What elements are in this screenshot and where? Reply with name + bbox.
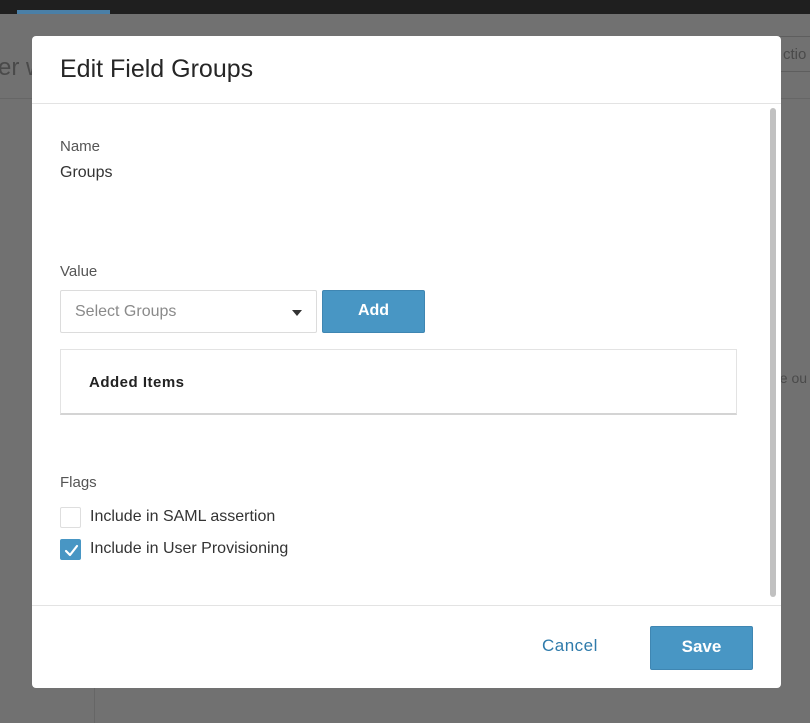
- dialog-title: Edit Field Groups: [60, 55, 254, 83]
- dialog-body: Name Groups Value Select Groups Add Adde…: [32, 105, 781, 605]
- select-groups-dropdown[interactable]: Select Groups: [60, 290, 317, 333]
- checkmark-icon: [64, 544, 79, 557]
- chevron-down-icon: [292, 310, 302, 316]
- value-label: Value: [60, 263, 98, 280]
- add-button[interactable]: Add: [322, 290, 425, 333]
- saml-assertion-checkbox[interactable]: [60, 507, 81, 528]
- dialog-scrollbar[interactable]: [766, 105, 780, 605]
- flags-label: Flags: [60, 474, 97, 491]
- added-items-title: Added Items: [89, 374, 185, 391]
- name-value: Groups: [60, 164, 113, 181]
- added-items-panel: Added Items: [60, 349, 737, 415]
- user-provisioning-checkbox[interactable]: [60, 539, 81, 560]
- scrollbar-thumb[interactable]: [770, 108, 776, 597]
- name-label: Name: [60, 138, 101, 155]
- edit-field-groups-dialog: Edit Field Groups Name Groups Value Sele…: [32, 36, 781, 688]
- flag-label: Include in SAML assertion: [90, 508, 276, 525]
- dialog-footer: Cancel Save: [32, 605, 781, 688]
- dialog-header: Edit Field Groups: [32, 36, 781, 104]
- save-button[interactable]: Save: [650, 626, 753, 670]
- select-placeholder: Select Groups: [75, 303, 177, 320]
- flag-label: Include in User Provisioning: [90, 540, 289, 557]
- cancel-button[interactable]: Cancel: [542, 636, 598, 656]
- app-topbar: [0, 0, 810, 14]
